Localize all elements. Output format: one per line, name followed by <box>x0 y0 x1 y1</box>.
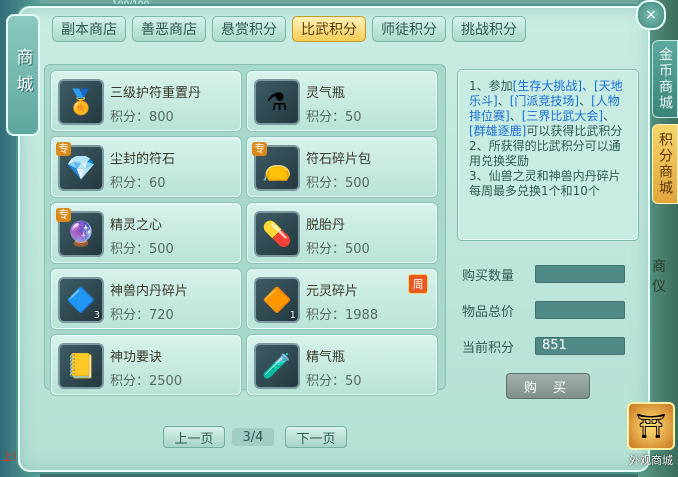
outfit-shop-button[interactable]: ⛩ 外观商城 <box>624 402 678 477</box>
shop-item[interactable]: ⚗ 灵气瓶 积分：50 <box>247 71 437 131</box>
tab-gold-shop[interactable]: 金币商城 <box>652 40 678 118</box>
shop-tabs: 副本商店 善恶商店 悬赏积分 比武积分 师徒积分 挑战积分 <box>52 16 526 42</box>
background-text: 商仪 <box>652 259 666 295</box>
shop-item[interactable]: 💎 专 尘封的符石 积分：60 <box>51 137 241 197</box>
item-price: 积分：50 <box>306 110 362 125</box>
tab-challenge-points[interactable]: 挑战积分 <box>452 16 526 42</box>
close-button[interactable]: × <box>636 0 666 30</box>
item-price: 积分：2500 <box>110 374 183 389</box>
shop-side-title: 商城 <box>6 14 40 136</box>
exclusive-badge: 专 <box>56 142 71 156</box>
medallion-icon: 🏅 <box>58 79 104 125</box>
shop-item[interactable]: 🧪 精气瓶 积分：50 <box>247 335 437 395</box>
tab-mentor-points[interactable]: 师徒积分 <box>372 16 446 42</box>
item-name: 符石碎片包 <box>306 152 372 167</box>
buy-button[interactable]: 购 买 <box>506 373 590 399</box>
potion-bottle-icon: ⚗ <box>254 79 300 125</box>
shop-item[interactable]: 🔶 1 周 元灵碎片 积分：1988 <box>247 269 437 329</box>
item-name: 精灵之心 <box>110 218 163 233</box>
weekly-limit-badge: 周 <box>408 274 428 294</box>
shop-item[interactable]: 🔷 3 神兽内丹碎片 积分：720 <box>51 269 241 329</box>
item-name: 尘封的符石 <box>110 152 176 167</box>
shop-item[interactable]: 📒 神功要诀 积分：2500 <box>51 335 241 395</box>
tab-dungeon-shop[interactable]: 副本商店 <box>52 16 126 42</box>
item-price: 积分：500 <box>110 242 174 257</box>
soul-shard-icon: 🔶 1 <box>254 277 300 323</box>
outfit-shop-label: 外观商城 <box>629 454 673 467</box>
pavilion-icon: ⛩ <box>627 402 675 450</box>
current-points-label: 当前积分 <box>462 341 515 356</box>
item-name: 精气瓶 <box>306 350 346 365</box>
close-icon: × <box>645 7 657 23</box>
next-page-button[interactable]: 下一页 <box>285 426 347 448</box>
item-name: 元灵碎片 <box>306 284 359 299</box>
item-price: 积分：720 <box>110 308 174 323</box>
current-points-field: 851 <box>535 337 625 355</box>
shop-item[interactable]: 🏅 三级护符重置丹 积分：800 <box>51 71 241 131</box>
item-price: 积分：50 <box>306 374 362 389</box>
item-price: 积分：800 <box>110 110 174 125</box>
item-grid: 🏅 三级护符重置丹 积分：800 ⚗ 灵气瓶 积分：50 💎 专 尘封的符石 积… <box>44 64 446 395</box>
quantity-label: 购买数量 <box>462 269 515 284</box>
tab-karma-shop[interactable]: 善恶商店 <box>132 16 206 42</box>
total-price-field <box>535 301 625 319</box>
exclusive-badge: 专 <box>252 142 267 156</box>
shop-item[interactable]: 🔮 专 精灵之心 积分：500 <box>51 203 241 263</box>
item-price: 积分：500 <box>306 242 370 257</box>
item-price: 积分：500 <box>306 176 370 191</box>
elixir-pill-icon: 💊 <box>254 211 300 257</box>
item-name: 灵气瓶 <box>306 86 346 101</box>
beast-core-shard-icon: 🔷 3 <box>58 277 104 323</box>
shop-item[interactable]: 💊 脱胎丹 积分：500 <box>247 203 437 263</box>
total-price-label: 物品总价 <box>462 305 515 320</box>
item-quantity: 1 <box>289 310 296 321</box>
prev-page-button[interactable]: 上一页 <box>163 426 225 448</box>
quantity-input[interactable] <box>535 265 625 283</box>
item-name: 三级护符重置丹 <box>110 86 202 101</box>
tab-arena-points[interactable]: 比武积分 <box>292 16 366 42</box>
item-name: 脱胎丹 <box>306 218 346 233</box>
rules-info-box: 1、参加[生存大挑战]、[天地乐斗]、[门派竞技场]、[人物排位赛]、[三界比武… <box>458 70 638 240</box>
item-quantity: 3 <box>93 310 100 321</box>
page-indicator: 3/4 <box>232 428 274 446</box>
exclusive-badge: 专 <box>56 208 71 222</box>
item-name: 神兽内丹碎片 <box>110 284 189 299</box>
item-name: 神功要诀 <box>110 350 163 365</box>
shop-item[interactable]: 👝 专 符石碎片包 积分：500 <box>247 137 437 197</box>
skill-book-icon: 📒 <box>58 343 104 389</box>
tab-points-shop[interactable]: 积分商城 <box>652 124 678 204</box>
essence-bottle-icon: 🧪 <box>254 343 300 389</box>
tab-bounty-points[interactable]: 悬赏积分 <box>212 16 286 42</box>
item-price: 积分：1988 <box>306 308 379 323</box>
item-price: 积分：60 <box>110 176 166 191</box>
